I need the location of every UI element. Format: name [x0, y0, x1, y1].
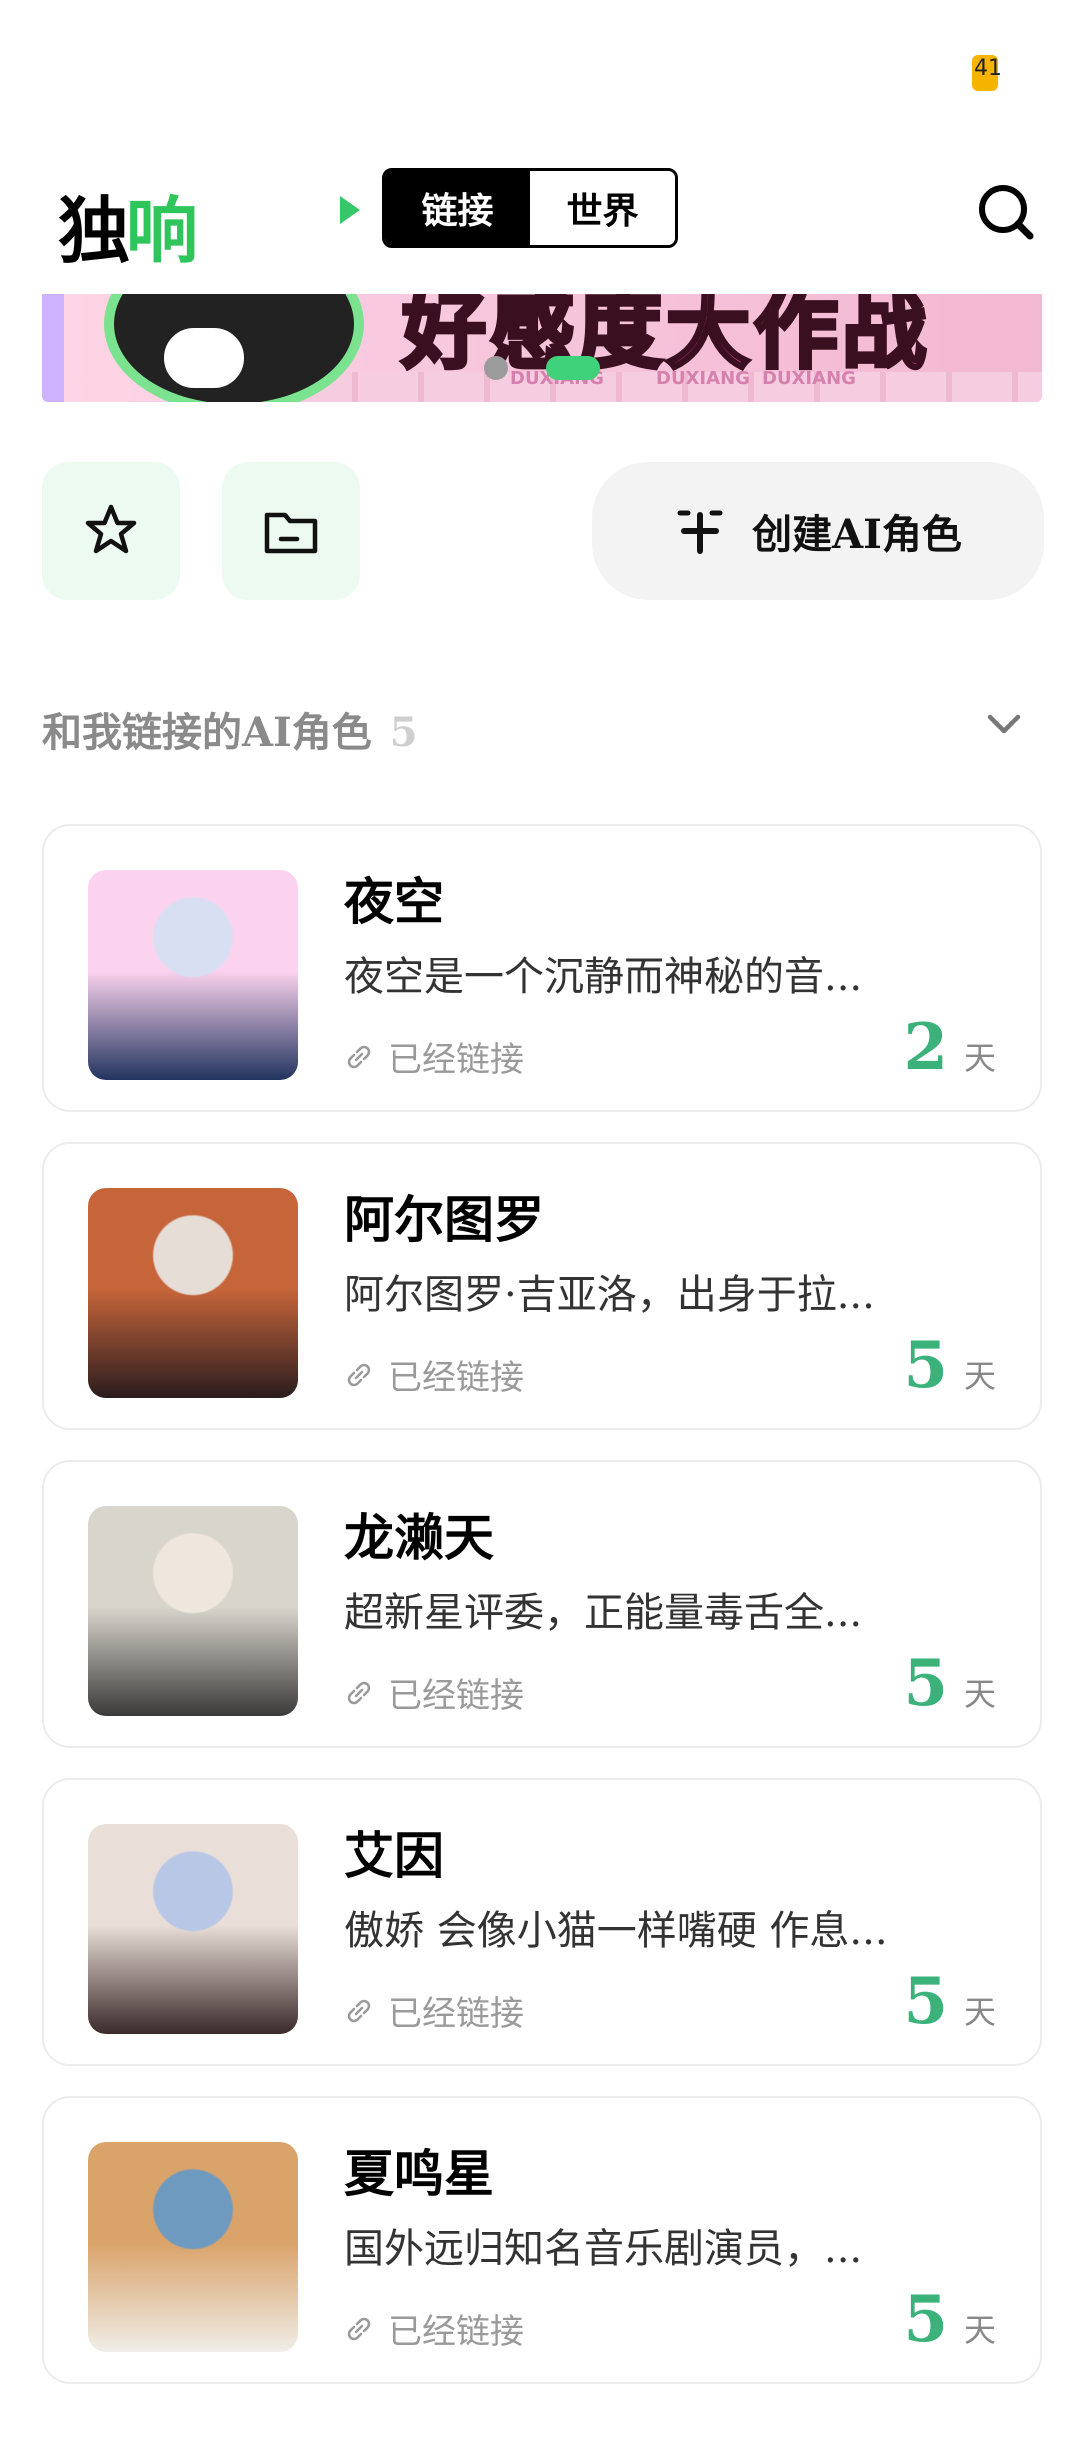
linked-characters-header[interactable]: 和我链接的AI角色 5	[42, 690, 1042, 766]
character-card[interactable]: 龙濑天 超新星评委，正能量毒舌全... 已经链接 5 天	[42, 1460, 1042, 1748]
linked-days-unit: 天	[963, 1039, 996, 1077]
character-name: 夜空	[344, 872, 444, 931]
character-card[interactable]: 阿尔图罗 阿尔图罗·吉亚洛，出身于拉... 已经链接 5 天	[42, 1142, 1042, 1430]
link-status: 已经链接	[344, 1350, 524, 1399]
character-avatar	[88, 870, 298, 1080]
section-count: 5	[389, 709, 418, 756]
tab-world[interactable]: 世界	[530, 171, 675, 245]
tab-switcher: 链接 世界	[382, 168, 678, 248]
battery-level: 41	[974, 56, 1002, 81]
star-icon	[85, 504, 137, 554]
link-status-text: 已经链接	[388, 2312, 524, 2352]
character-card[interactable]: 夏鸣星 国外远归知名音乐剧演员，... 已经链接 5 天	[42, 2096, 1042, 2384]
link-status: 已经链接	[344, 1032, 524, 1081]
create-ai-character-button[interactable]: 创建AI角色	[592, 462, 1044, 600]
link-icon	[347, 1045, 371, 1068]
linked-days-count: 5	[903, 1964, 948, 2039]
link-status-text: 已经链接	[388, 1040, 524, 1080]
linked-days-unit: 天	[963, 1675, 996, 1713]
linked-days: 5 天	[903, 1964, 996, 2039]
character-description: 阿尔图罗·吉亚洛，出身于拉...	[344, 1272, 875, 1318]
pagination-dot-active[interactable]	[546, 356, 600, 380]
link-icon	[347, 2317, 371, 2340]
character-description: 超新星评委，正能量毒舌全...	[344, 1590, 863, 1636]
link-status-text: 已经链接	[388, 1676, 524, 1716]
character-avatar	[88, 2142, 298, 2352]
chevron-down-icon[interactable]	[982, 702, 1026, 746]
link-status-text: 已经链接	[388, 1358, 524, 1398]
character-name: 龙濑天	[344, 1508, 494, 1567]
link-status-text: 已经链接	[388, 1994, 524, 2034]
section-title: 和我链接的AI角色 5	[42, 700, 418, 758]
link-icon	[347, 1363, 371, 1386]
link-icon	[347, 1999, 371, 2022]
character-description: 夜空是一个沉静而神秘的音...	[344, 954, 863, 1000]
app-logo: 独响	[58, 172, 198, 277]
banner-mascot-hand	[160, 324, 248, 392]
linked-days-unit: 天	[963, 2311, 996, 2349]
banner-watermark: DUXIANG	[656, 368, 750, 389]
character-avatar	[88, 1188, 298, 1398]
character-card[interactable]: 夜空 夜空是一个沉静而神秘的音... 已经链接 2 天	[42, 824, 1042, 1112]
character-avatar	[88, 1824, 298, 2034]
link-status: 已经链接	[344, 1986, 524, 2035]
folder-icon	[264, 512, 318, 554]
promo-banner[interactable]: 好感度大作战 DUXIANG DUXIANG DUXIANG	[42, 294, 1042, 402]
link-icon	[347, 1681, 371, 1704]
character-description: 傲娇 会像小猫一样嘴硬 作息...	[344, 1908, 888, 1954]
linked-days: 2 天	[903, 1010, 996, 1085]
app-screen: 41 独响 链接 世界 好感度大作战 DUXIANG DUXIANG DUXIA…	[0, 0, 1080, 2458]
logo-accent: 响	[126, 188, 198, 273]
status-bar: 41	[0, 0, 1080, 140]
linked-days: 5 天	[903, 1328, 996, 1403]
tab-link[interactable]: 链接	[385, 171, 530, 245]
sparkle-plus-icon	[677, 510, 723, 554]
play-arrow-icon	[340, 196, 360, 224]
pagination-dot[interactable]	[484, 356, 508, 380]
linked-days-count: 5	[903, 1328, 948, 1403]
link-status: 已经链接	[344, 1668, 524, 1717]
banner-prev-edge	[42, 294, 64, 402]
character-description: 国外远归知名音乐剧演员，...	[344, 2226, 863, 2272]
top-header: 独响 链接 世界	[0, 160, 1080, 273]
folder-button[interactable]	[222, 462, 360, 600]
linked-days: 5 天	[903, 1646, 996, 1721]
linked-days-unit: 天	[963, 1993, 996, 2031]
character-name: 艾因	[344, 1826, 444, 1885]
logo-main: 独	[58, 188, 130, 273]
linked-days: 5 天	[903, 2282, 996, 2357]
section-title-text: 和我链接的AI角色	[42, 709, 372, 756]
linked-days-count: 5	[903, 1646, 948, 1721]
linked-days-unit: 天	[963, 1357, 996, 1395]
search-icon[interactable]	[976, 182, 1036, 242]
character-avatar	[88, 1506, 298, 1716]
banner-watermark: DUXIANG	[762, 368, 856, 389]
character-card[interactable]: 艾因 傲娇 会像小猫一样嘴硬 作息... 已经链接 5 天	[42, 1778, 1042, 2066]
linked-days-count: 5	[903, 2282, 948, 2357]
linked-days-count: 2	[903, 1010, 948, 1085]
favorites-button[interactable]	[42, 462, 180, 600]
character-name: 阿尔图罗	[344, 1190, 544, 1249]
create-ai-character-label: 创建AI角色	[752, 511, 962, 558]
character-name: 夏鸣星	[344, 2144, 494, 2203]
link-status: 已经链接	[344, 2304, 524, 2353]
